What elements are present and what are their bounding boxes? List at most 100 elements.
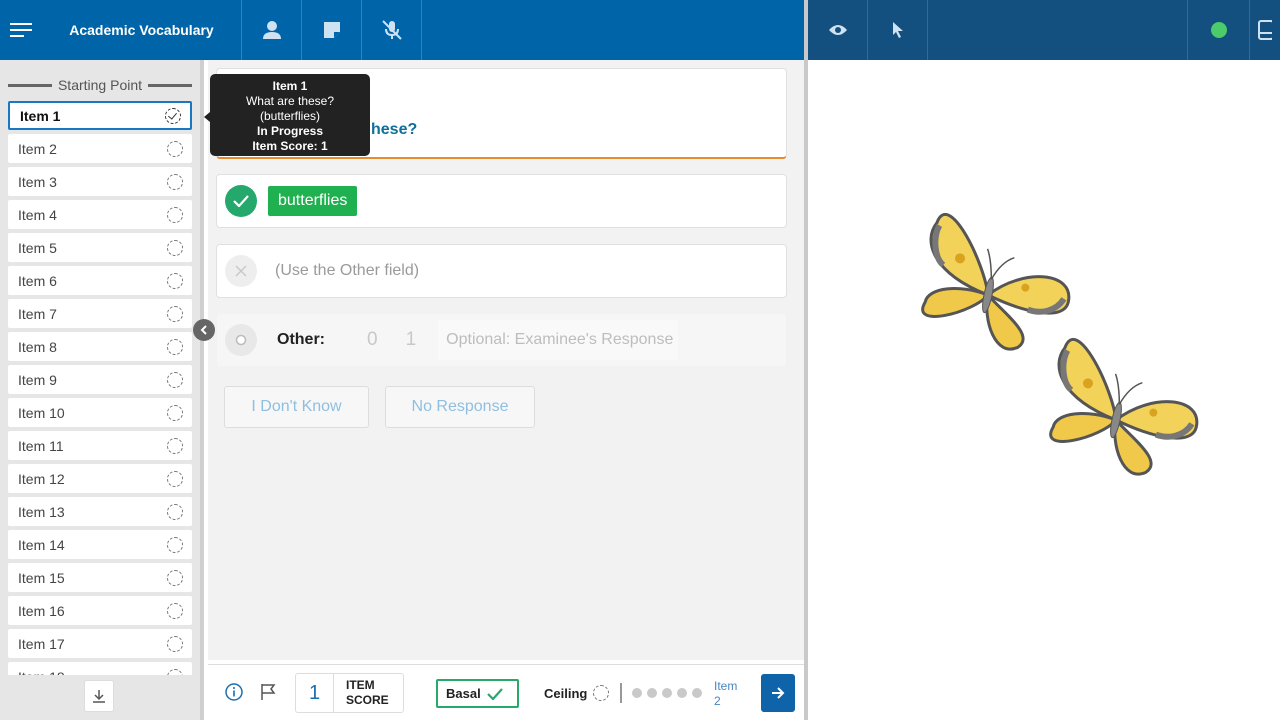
- view-button[interactable]: [808, 0, 868, 60]
- sidebar-item-3[interactable]: Item 3: [8, 167, 192, 196]
- item-status-icon: [167, 371, 183, 388]
- item-status-icon: [167, 338, 183, 355]
- item-status-icon: [167, 668, 183, 675]
- item-tooltip: Item 1 What are these? (butterflies) In …: [204, 74, 370, 156]
- check-icon: [486, 687, 503, 700]
- sidebar-item-label: Item 16: [18, 602, 65, 619]
- sidebar-item-label: Item 10: [18, 404, 65, 421]
- sidebar-item-label: Item 17: [18, 635, 65, 652]
- sidebar-item-12[interactable]: Item 12: [8, 464, 192, 493]
- question-text-visible: hese?: [371, 121, 418, 138]
- sidebar-item-7[interactable]: Item 7: [8, 299, 192, 328]
- incorrect-answer-row[interactable]: (Use the Other field): [216, 244, 787, 298]
- sidebar-item-16[interactable]: Item 16: [8, 596, 192, 625]
- download-icon: [93, 690, 105, 703]
- note-icon: [323, 22, 340, 38]
- other-label: Other:: [277, 331, 325, 348]
- tooltip-question: What are these?: [245, 94, 335, 108]
- item-status-icon: [167, 635, 183, 652]
- examinee-response-input[interactable]: Optional: Examinee's Response: [438, 320, 679, 360]
- item-score-label-line1: ITEM: [346, 678, 375, 692]
- item-status-icon: [167, 503, 183, 520]
- sidebar-item-18[interactable]: Item 18: [8, 662, 192, 675]
- screen-button[interactable]: [1250, 0, 1280, 60]
- progress-dot: [692, 688, 702, 698]
- sidebar-item-2[interactable]: Item 2: [8, 134, 192, 163]
- butterflies-image: [921, 213, 1199, 476]
- basal-label: Basal: [446, 686, 481, 701]
- menu-icon: [10, 23, 32, 37]
- ceiling-indicator: Ceiling: [544, 685, 610, 701]
- next-item-label-line1: Item: [714, 679, 738, 693]
- top-bar: Academic Vocabulary: [0, 0, 804, 60]
- sidebar-item-8[interactable]: Item 8: [8, 332, 192, 361]
- sidebar-item-label: Item 11: [18, 437, 64, 454]
- menu-button[interactable]: [0, 0, 42, 60]
- dont-know-button[interactable]: I Don't Know: [224, 386, 369, 428]
- incorrect-button[interactable]: [225, 255, 257, 287]
- test-title: Academic Vocabulary: [42, 0, 242, 60]
- score-option-0[interactable]: 0: [367, 329, 378, 351]
- correct-button[interactable]: [225, 185, 257, 217]
- arrow-right-icon: [772, 687, 785, 699]
- info-icon: [225, 683, 243, 701]
- sidebar-item-1[interactable]: Item 1: [8, 101, 192, 130]
- no-response-button[interactable]: No Response: [385, 386, 535, 428]
- sidebar-item-label: Item 5: [18, 239, 57, 256]
- item-status-icon: [167, 536, 183, 553]
- sidebar-item-9[interactable]: Item 9: [8, 365, 192, 394]
- butterfly-2: [1049, 338, 1199, 476]
- other-radio[interactable]: [225, 324, 257, 356]
- sidebar-item-6[interactable]: Item 6: [8, 266, 192, 295]
- basal-badge: Basal: [436, 679, 519, 708]
- correct-answer-label: butterflies: [268, 186, 358, 216]
- item-status-icon: [167, 140, 183, 157]
- sidebar-item-11[interactable]: Item 11: [8, 431, 192, 460]
- item-status-icon: [167, 305, 183, 322]
- sidebar-item-label: Item 12: [18, 470, 65, 487]
- sidebar-item-13[interactable]: Item 13: [8, 497, 192, 526]
- sidebar-item-label: Item 3: [18, 173, 57, 190]
- connection-status: [1188, 0, 1250, 60]
- starting-point-header: Starting Point: [8, 76, 192, 94]
- sidebar-item-label: Item 8: [18, 338, 57, 355]
- chevron-left-icon: [200, 325, 207, 335]
- sidebar-item-4[interactable]: Item 4: [8, 200, 192, 229]
- mic-off-icon: [381, 20, 402, 40]
- tooltip-title: Item 1: [272, 79, 308, 93]
- sidebar-item-17[interactable]: Item 17: [8, 629, 192, 658]
- notes-button[interactable]: [302, 0, 362, 60]
- ceiling-status-icon: [593, 685, 610, 701]
- screen-icon: [1258, 20, 1272, 40]
- score-option-1[interactable]: 1: [406, 329, 417, 351]
- sidebar-item-label: Item 6: [18, 272, 57, 289]
- sidebar-item-label: Item 4: [18, 206, 57, 223]
- sidebar-item-14[interactable]: Item 14: [8, 530, 192, 559]
- sidebar-item-label: Item 15: [18, 569, 65, 586]
- flag-button[interactable]: [260, 683, 276, 706]
- next-item-label: Item 2: [714, 679, 737, 709]
- item-list[interactable]: Item 1 Item 2 Item 3 Item 4 Item 5 Item 6 Item…: [8, 101, 192, 675]
- progress-dot: [647, 688, 657, 698]
- item-status-icon: [167, 602, 183, 619]
- sidebar-item-label: Item 14: [18, 536, 65, 553]
- tooltip-status: In Progress: [256, 124, 324, 138]
- correct-answer-row[interactable]: butterflies: [216, 174, 787, 228]
- collapse-sidebar-button[interactable]: [193, 319, 215, 341]
- pointer-button[interactable]: [868, 0, 928, 60]
- progress-dot: [662, 688, 672, 698]
- download-button[interactable]: [84, 680, 114, 712]
- examinee-button[interactable]: [242, 0, 302, 60]
- item-status-icon: [165, 107, 181, 124]
- next-item-button[interactable]: [761, 674, 795, 712]
- sidebar-item-15[interactable]: Item 15: [8, 563, 192, 592]
- item-status-icon: [167, 437, 183, 454]
- item-status-icon: [167, 239, 183, 256]
- sidebar-item-5[interactable]: Item 5: [8, 233, 192, 262]
- mic-off-button[interactable]: [362, 0, 422, 60]
- stimulus-panel: [808, 60, 1280, 720]
- item-status-icon: [167, 206, 183, 223]
- info-button[interactable]: [225, 683, 243, 706]
- use-other-hint: (Use the Other field): [275, 262, 420, 279]
- sidebar-item-10[interactable]: Item 10: [8, 398, 192, 427]
